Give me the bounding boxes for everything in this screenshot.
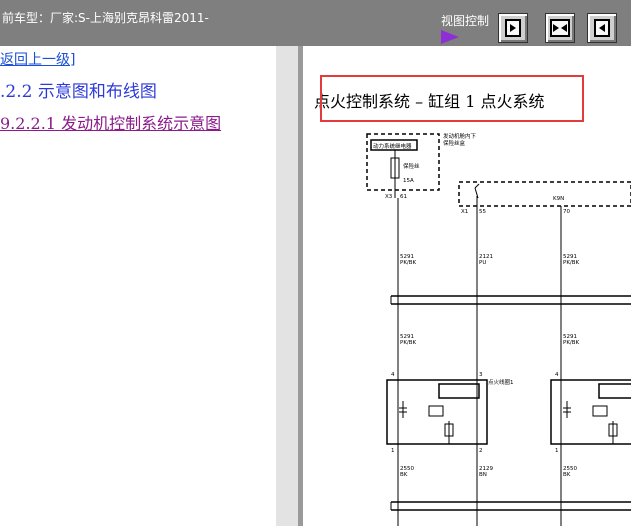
fusebox-note-2: 保险丝盒 — [443, 139, 466, 147]
ecm-outline — [458, 181, 631, 207]
move-left-icon — [594, 19, 610, 37]
wiring-schematic: 动力系统继电器 发动机舱内下 保险丝盒 保险丝 15A X3 61 X1 55 … — [366, 132, 631, 526]
connector-x3: X3 — [385, 194, 393, 200]
ground-1-color: BK — [400, 472, 408, 478]
relay-label: 动力系统继电器 — [373, 142, 412, 150]
connector-x1: X1 — [461, 209, 468, 215]
coil-label: 点火线圈1 — [488, 378, 514, 386]
wire-1b-color: PK/BK — [400, 340, 417, 346]
pin-70: 70 — [563, 209, 570, 215]
back-link[interactable]: 返回上一级] — [0, 49, 75, 69]
fusebox-note-1: 发动机舱内下 — [443, 132, 477, 140]
play-arrow-icon[interactable] — [441, 30, 459, 44]
wire-2-color: PU — [479, 260, 486, 266]
split-both-icon — [550, 19, 570, 37]
coil-2-pin-1: 1 — [555, 448, 559, 454]
ground-2-color: BN — [479, 472, 487, 478]
coil-1-pin-1: 1 — [391, 448, 395, 454]
section-heading: .2.2 示意图和布线图 — [0, 82, 157, 102]
move-right-icon — [505, 19, 521, 37]
title-bar: 前车型：厂家:S-上海别克昂科雷2011- 视图控制 — [0, 0, 631, 46]
fuse-rating: 15A — [403, 178, 414, 184]
coil-1-pin-2: 2 — [479, 448, 483, 454]
subsection-link[interactable]: 9.2.2.1 发动机控制系统示意图 — [0, 113, 276, 134]
pin-61: 61 — [400, 194, 407, 200]
expand-left-button[interactable] — [587, 13, 617, 43]
coil-1-pin-3: 3 — [479, 372, 483, 378]
navigation-pane: 返回上一级] .2.2 示意图和布线图 9.2.2.1 发动机控制系统示意图 — [0, 46, 276, 526]
wire-3b-color: PK/BK — [563, 340, 580, 346]
ground-3-color: BK — [563, 472, 571, 478]
pin-55: 55 — [479, 209, 486, 215]
pane-gutter — [276, 46, 299, 526]
view-control-label: 视图控制 — [441, 14, 490, 28]
pin-k9n: K9N — [553, 196, 564, 202]
wire-3-color: PK/BK — [563, 260, 580, 266]
coil-2-pin-4: 4 — [555, 372, 559, 378]
coil-1-pin-4: 4 — [391, 372, 395, 378]
window-title: 前车型：厂家:S-上海别克昂科雷2011- — [2, 11, 209, 25]
fuse-label: 保险丝 — [403, 162, 420, 170]
expand-right-button[interactable] — [498, 13, 528, 43]
wire-1-color: PK/BK — [400, 260, 417, 266]
split-view-button[interactable] — [545, 13, 575, 43]
diagram-pane: 点火控制系统 – 缸组 1 点火系统 动力系统继电器 发动机舱内下 保险丝盒 保… — [303, 46, 631, 526]
